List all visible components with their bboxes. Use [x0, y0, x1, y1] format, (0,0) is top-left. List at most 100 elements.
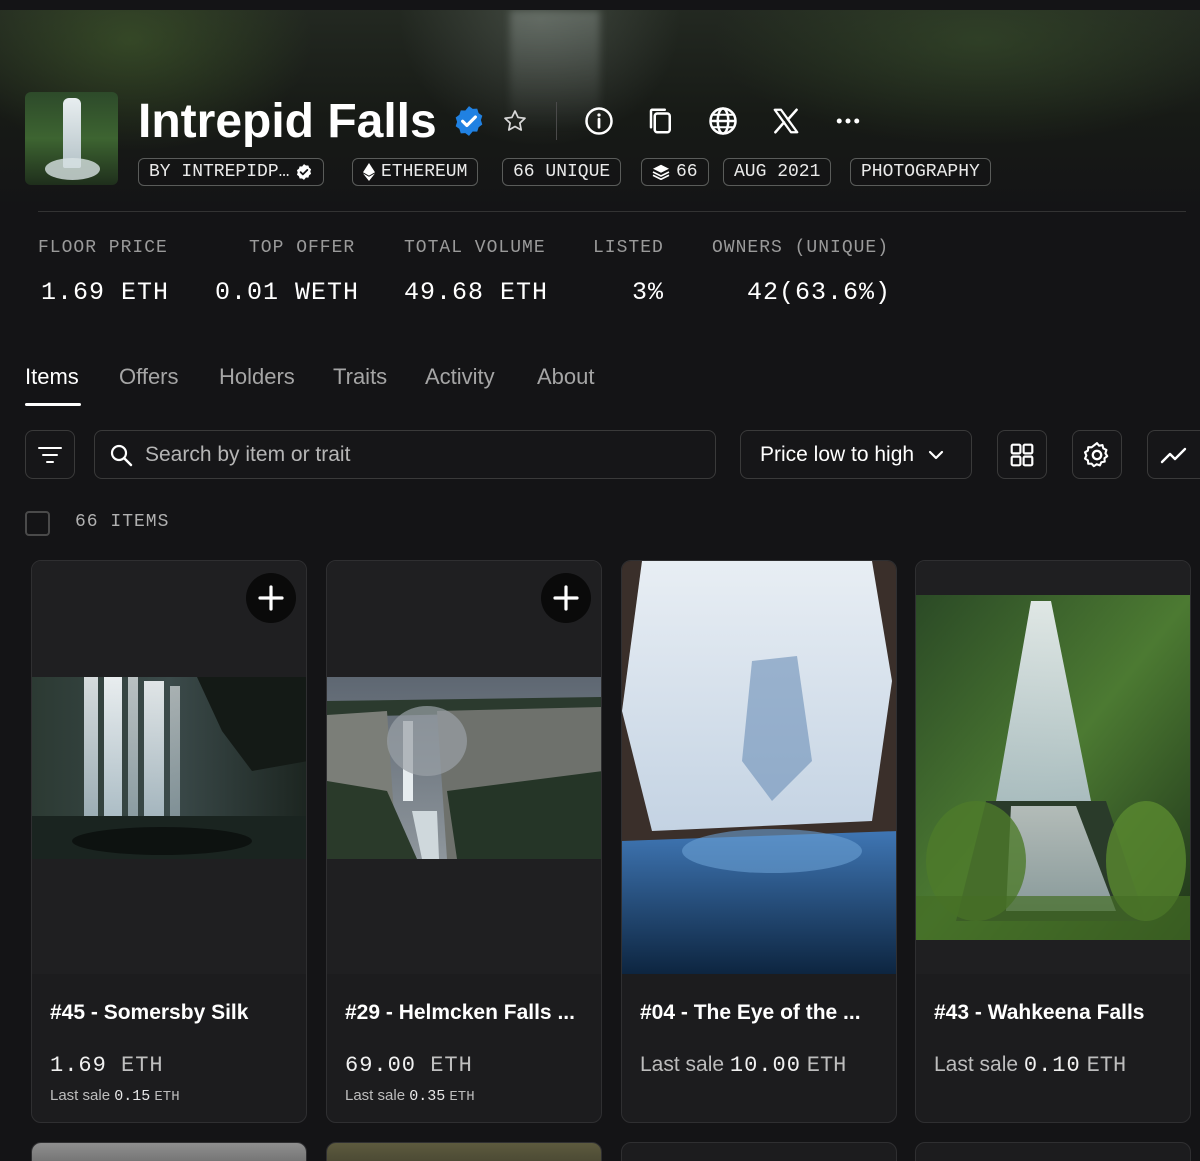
settings-button[interactable] — [1072, 430, 1122, 479]
item-image — [622, 561, 896, 974]
header-divider — [38, 211, 1186, 212]
chain-chip[interactable]: ETHEREUM — [352, 158, 479, 186]
item-card[interactable]: #43 - Wahkeena Falls Last sale 0.10 ETH — [915, 560, 1191, 1123]
item-card[interactable]: #29 - Helmcken Falls ... 69.00 ETH Last … — [326, 560, 602, 1123]
search-input[interactable] — [145, 442, 685, 467]
unique-chip-label: 66 UNIQUE — [513, 162, 611, 182]
search-icon — [110, 444, 133, 466]
last-sale-unit: ETH — [449, 1089, 475, 1105]
creator-chip-label: BY INTREPIDP… — [149, 162, 290, 182]
stat-value-top-offer: 0.01 WETH — [215, 278, 360, 307]
stat-value-listed: 3% — [632, 278, 665, 307]
stat-label-floor-price: FLOOR PRICE — [38, 238, 168, 258]
date-chip: AUG 2021 — [723, 158, 832, 186]
stat-value-owners: 42(63.6%) — [747, 278, 892, 307]
item-image — [32, 677, 306, 859]
layers-icon — [652, 164, 670, 180]
item-card-partial[interactable] — [31, 1142, 307, 1161]
stat-label-top-offer: TOP OFFER — [249, 238, 356, 258]
item-media — [622, 561, 896, 974]
category-chip-label: PHOTOGRAPHY — [861, 162, 980, 182]
info-icon[interactable] — [584, 106, 614, 136]
last-sale-value: 0.10 — [1023, 1053, 1081, 1078]
last-sale-unit: ETH — [806, 1053, 847, 1078]
unique-chip: 66 UNIQUE — [502, 158, 622, 186]
item-last-sale: Last sale 0.35 ETH — [345, 1087, 475, 1105]
items-count: 66 ITEMS — [75, 512, 170, 532]
stat-label-listed: LISTED — [593, 238, 664, 258]
grid-view-button[interactable] — [997, 430, 1047, 479]
date-chip-label: AUG 2021 — [734, 162, 821, 182]
stat-value-floor-price: 1.69 ETH — [41, 278, 170, 307]
search-field[interactable] — [94, 430, 716, 479]
last-sale-label: Last sale — [50, 1087, 111, 1104]
trend-chart-icon — [1160, 447, 1187, 463]
item-price-unit: ETH — [430, 1053, 473, 1078]
select-all-checkbox[interactable] — [25, 511, 50, 536]
filter-button[interactable] — [25, 430, 75, 479]
stat-label-total-volume: TOTAL VOLUME — [404, 238, 546, 258]
filter-icon — [38, 446, 62, 463]
item-last-sale: Last sale 0.15 ETH — [50, 1087, 180, 1105]
top-border — [0, 0, 1200, 10]
item-name[interactable]: #43 - Wahkeena Falls — [934, 1001, 1176, 1025]
last-sale-value: 10.00 — [729, 1053, 801, 1078]
stat-value-total-volume: 49.68 ETH — [404, 278, 549, 307]
gear-icon — [1083, 441, 1109, 467]
x-icon[interactable] — [771, 106, 801, 136]
item-card[interactable]: #04 - The Eye of the ... Last sale 10.00… — [621, 560, 897, 1123]
category-chip[interactable]: PHOTOGRAPHY — [850, 158, 991, 186]
item-name[interactable]: #29 - Helmcken Falls ... — [345, 1001, 587, 1025]
add-to-cart-button[interactable] — [246, 573, 296, 623]
item-media — [327, 561, 601, 974]
tab-offers[interactable]: Offers — [119, 364, 179, 390]
item-card-partial[interactable] — [326, 1142, 602, 1161]
tab-about[interactable]: About — [537, 364, 595, 390]
last-sale-label: Last sale — [640, 1053, 725, 1076]
collection-title: Intrepid Falls — [138, 95, 437, 148]
stat-label-owners: OWNERS (UNIQUE) — [712, 238, 890, 258]
tab-holders[interactable]: Holders — [219, 364, 295, 390]
last-sale-label: Last sale — [345, 1087, 406, 1104]
item-card-partial[interactable] — [621, 1142, 897, 1161]
item-name[interactable]: #04 - The Eye of the ... — [640, 1001, 882, 1025]
analytics-button[interactable] — [1147, 430, 1200, 479]
chain-chip-label: ETHEREUM — [381, 162, 468, 182]
ethereum-icon — [363, 163, 375, 181]
tab-activity[interactable]: Activity — [425, 364, 495, 390]
item-price-value: 69.00 — [345, 1053, 417, 1078]
item-price-value: 1.69 — [50, 1053, 107, 1078]
sort-selected-label: Price low to high — [760, 442, 915, 466]
collection-avatar[interactable] — [25, 92, 118, 185]
item-name[interactable]: #45 - Somersby Silk — [50, 1001, 292, 1025]
last-sale-value: 0.15 — [114, 1088, 151, 1105]
supply-chip-label: 66 — [676, 162, 698, 182]
item-media — [32, 561, 306, 974]
add-to-cart-button[interactable] — [541, 573, 591, 623]
avatar-pool — [45, 158, 100, 180]
active-tab-indicator — [25, 403, 81, 406]
item-price: 69.00 ETH — [345, 1053, 473, 1078]
supply-chip: 66 — [641, 158, 709, 186]
item-card-partial[interactable] — [915, 1142, 1191, 1161]
item-last-sale: Last sale 0.10 ETH — [934, 1053, 1126, 1078]
last-sale-value: 0.35 — [409, 1088, 446, 1105]
creator-chip[interactable]: BY INTREPIDP… — [138, 158, 325, 186]
item-image — [327, 677, 601, 859]
copy-icon[interactable] — [646, 106, 676, 136]
item-image — [916, 595, 1190, 940]
globe-icon[interactable] — [708, 106, 738, 136]
tab-items[interactable]: Items — [25, 364, 79, 390]
sort-dropdown[interactable]: Price low to high — [740, 430, 972, 479]
plus-icon — [258, 585, 284, 611]
star-icon[interactable] — [502, 108, 528, 134]
tab-traits[interactable]: Traits — [333, 364, 387, 390]
header-separator — [556, 102, 557, 140]
last-sale-label: Last sale — [934, 1053, 1019, 1076]
chevron-down-icon — [928, 450, 944, 459]
last-sale-unit: ETH — [154, 1089, 180, 1105]
item-card[interactable]: #45 - Somersby Silk 1.69 ETH Last sale 0… — [31, 560, 307, 1123]
more-icon[interactable] — [833, 106, 863, 136]
item-price-unit: ETH — [121, 1053, 164, 1078]
plus-icon — [553, 585, 579, 611]
